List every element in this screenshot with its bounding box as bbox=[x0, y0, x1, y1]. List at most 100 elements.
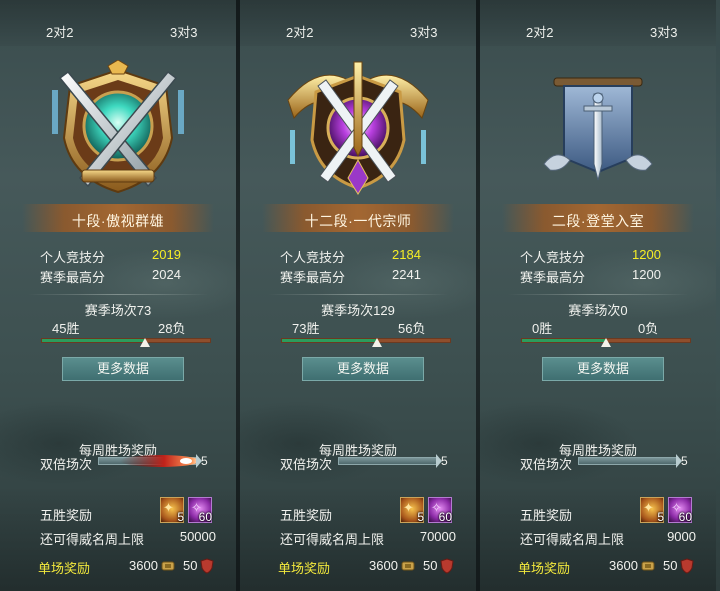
gold-token-icon[interactable]: ✦ 5 bbox=[640, 497, 664, 524]
coin-icon bbox=[401, 561, 415, 571]
win-fill bbox=[42, 339, 146, 342]
purple-crystal-icon[interactable]: ✧ 60 bbox=[668, 497, 692, 524]
win-loss-bar bbox=[521, 338, 691, 347]
double-match-label: 双倍场次 bbox=[40, 457, 93, 472]
badge-reward-value: 50 bbox=[663, 558, 678, 573]
single-match-reward-label: 单场奖励 bbox=[278, 561, 331, 576]
double-match-bar: 5 bbox=[338, 454, 454, 468]
personal-score-value: 1200 bbox=[632, 247, 661, 262]
badge-reward-value: 50 bbox=[183, 558, 198, 573]
season-high-label: 赛季最高分 bbox=[520, 270, 586, 285]
personal-score-label: 个人竞技分 bbox=[520, 250, 586, 265]
season-high-value: 2241 bbox=[392, 267, 421, 282]
season-high-value: 2024 bbox=[152, 267, 181, 282]
item-count: 5 bbox=[177, 510, 184, 524]
shield-badge-icon bbox=[440, 558, 454, 574]
rank-panel-1: 2对2 3对3 十段·傲视群雄 个人竞技分 2019 赛季最高分 2024 赛季… bbox=[0, 0, 236, 591]
double-bar-track bbox=[338, 457, 438, 465]
five-win-reward-label: 五胜奖励 bbox=[40, 508, 93, 523]
season-match-count: 赛季场次129 bbox=[321, 303, 395, 318]
rank-name: 十段·傲视群雄 bbox=[71, 213, 165, 229]
fame-limit-label: 还可得威名周上限 bbox=[520, 532, 625, 547]
fame-limit-value: 9000 bbox=[667, 529, 696, 544]
more-data-button[interactable]: 更多数据 bbox=[62, 357, 184, 381]
purple-crystal-icon[interactable]: ✧ 60 bbox=[188, 497, 212, 524]
fame-limit-label: 还可得威名周上限 bbox=[40, 532, 145, 547]
item-count: 5 bbox=[657, 510, 664, 524]
single-match-reward-label: 单场奖励 bbox=[518, 561, 571, 576]
tab-2v2[interactable]: 2对2 bbox=[46, 22, 73, 41]
double-bar-glow-icon bbox=[120, 455, 198, 467]
win-loss-bar bbox=[281, 338, 451, 347]
mode-tab-bar: 2对2 3对3 bbox=[480, 0, 716, 46]
shield-badge-icon bbox=[200, 558, 214, 574]
five-win-reward-label: 五胜奖励 bbox=[520, 508, 573, 523]
tab-3v3[interactable]: 3对3 bbox=[410, 22, 437, 41]
double-match-count: 5 bbox=[441, 454, 448, 468]
double-match-label: 双倍场次 bbox=[280, 457, 333, 472]
double-match-count: 5 bbox=[201, 454, 208, 468]
double-match-bar: 5 bbox=[98, 454, 214, 468]
rank-panel-3: 2对2 3对3 二段·登堂入室 个人竞技分 1200 赛季最高分 1200 赛季… bbox=[480, 0, 716, 591]
shield-badge-icon bbox=[680, 558, 694, 574]
double-bar-track bbox=[578, 457, 678, 465]
mode-tab-bar: 2对2 3对3 bbox=[0, 0, 236, 46]
item-count: 60 bbox=[678, 510, 692, 524]
more-data-button[interactable]: 更多数据 bbox=[302, 357, 424, 381]
coin-icon bbox=[161, 561, 175, 571]
personal-score-label: 个人竞技分 bbox=[280, 250, 346, 265]
divider bbox=[268, 294, 448, 295]
rank-name: 二段·登堂入室 bbox=[551, 213, 645, 229]
win-count: 45胜 bbox=[52, 321, 80, 336]
coin-reward-value: 3600 bbox=[609, 558, 638, 573]
win-fill bbox=[282, 339, 378, 342]
season-high-label: 赛季最高分 bbox=[280, 270, 346, 285]
loss-count: 28负 bbox=[158, 321, 186, 336]
win-count: 73胜 bbox=[292, 321, 320, 336]
five-win-reward-label: 五胜奖励 bbox=[280, 508, 333, 523]
double-match-label: 双倍场次 bbox=[520, 457, 573, 472]
item-count: 5 bbox=[417, 510, 424, 524]
win-loss-bar bbox=[41, 338, 211, 347]
coin-icon bbox=[641, 561, 655, 571]
personal-score-label: 个人竞技分 bbox=[40, 250, 106, 265]
winged-crystal-emblem-icon bbox=[287, 61, 429, 195]
win-fill bbox=[522, 339, 606, 342]
loss-count: 0负 bbox=[638, 321, 659, 336]
win-ratio-marker bbox=[140, 338, 151, 347]
tab-3v3[interactable]: 3对3 bbox=[650, 22, 677, 41]
double-match-bar: 5 bbox=[578, 454, 694, 468]
rank-name: 十二段·一代宗师 bbox=[304, 213, 412, 229]
badge-reward-value: 50 bbox=[423, 558, 438, 573]
season-match-count: 赛季场次0 bbox=[568, 303, 628, 318]
divider bbox=[508, 294, 688, 295]
tab-2v2[interactable]: 2对2 bbox=[286, 22, 313, 41]
coin-reward-value: 3600 bbox=[369, 558, 398, 573]
rank-panel-2: 2对2 3对3 十二段·一代宗师 个人竞技分 2184 赛季最高分 2241 赛… bbox=[240, 0, 476, 591]
season-high-label: 赛季最高分 bbox=[40, 270, 106, 285]
fame-limit-value: 50000 bbox=[179, 529, 216, 544]
win-count: 0胜 bbox=[532, 321, 553, 336]
personal-score-value: 2019 bbox=[152, 247, 181, 262]
crossed-swords-emblem-icon bbox=[52, 60, 184, 194]
win-ratio-marker bbox=[601, 338, 611, 347]
purple-crystal-icon[interactable]: ✧ 60 bbox=[428, 497, 452, 524]
gold-token-icon[interactable]: ✦ 5 bbox=[400, 497, 424, 524]
mode-tab-bar: 2对2 3对3 bbox=[240, 0, 476, 46]
loss-count: 56负 bbox=[398, 321, 426, 336]
season-high-value: 1200 bbox=[632, 267, 661, 282]
tab-3v3[interactable]: 3对3 bbox=[170, 22, 197, 41]
double-match-count: 5 bbox=[681, 454, 688, 468]
item-count: 60 bbox=[438, 510, 452, 524]
more-data-button[interactable]: 更多数据 bbox=[542, 357, 664, 381]
divider bbox=[28, 294, 208, 295]
gold-token-icon[interactable]: ✦ 5 bbox=[160, 497, 184, 524]
single-match-reward-label: 单场奖励 bbox=[38, 561, 91, 576]
win-ratio-marker bbox=[372, 338, 383, 347]
personal-score-value: 2184 bbox=[392, 247, 421, 262]
season-match-count: 赛季场次73 bbox=[84, 303, 152, 318]
fame-limit-value: 70000 bbox=[419, 529, 456, 544]
coin-reward-value: 3600 bbox=[129, 558, 158, 573]
fame-limit-label: 还可得威名周上限 bbox=[280, 532, 385, 547]
tab-2v2[interactable]: 2对2 bbox=[526, 22, 553, 41]
